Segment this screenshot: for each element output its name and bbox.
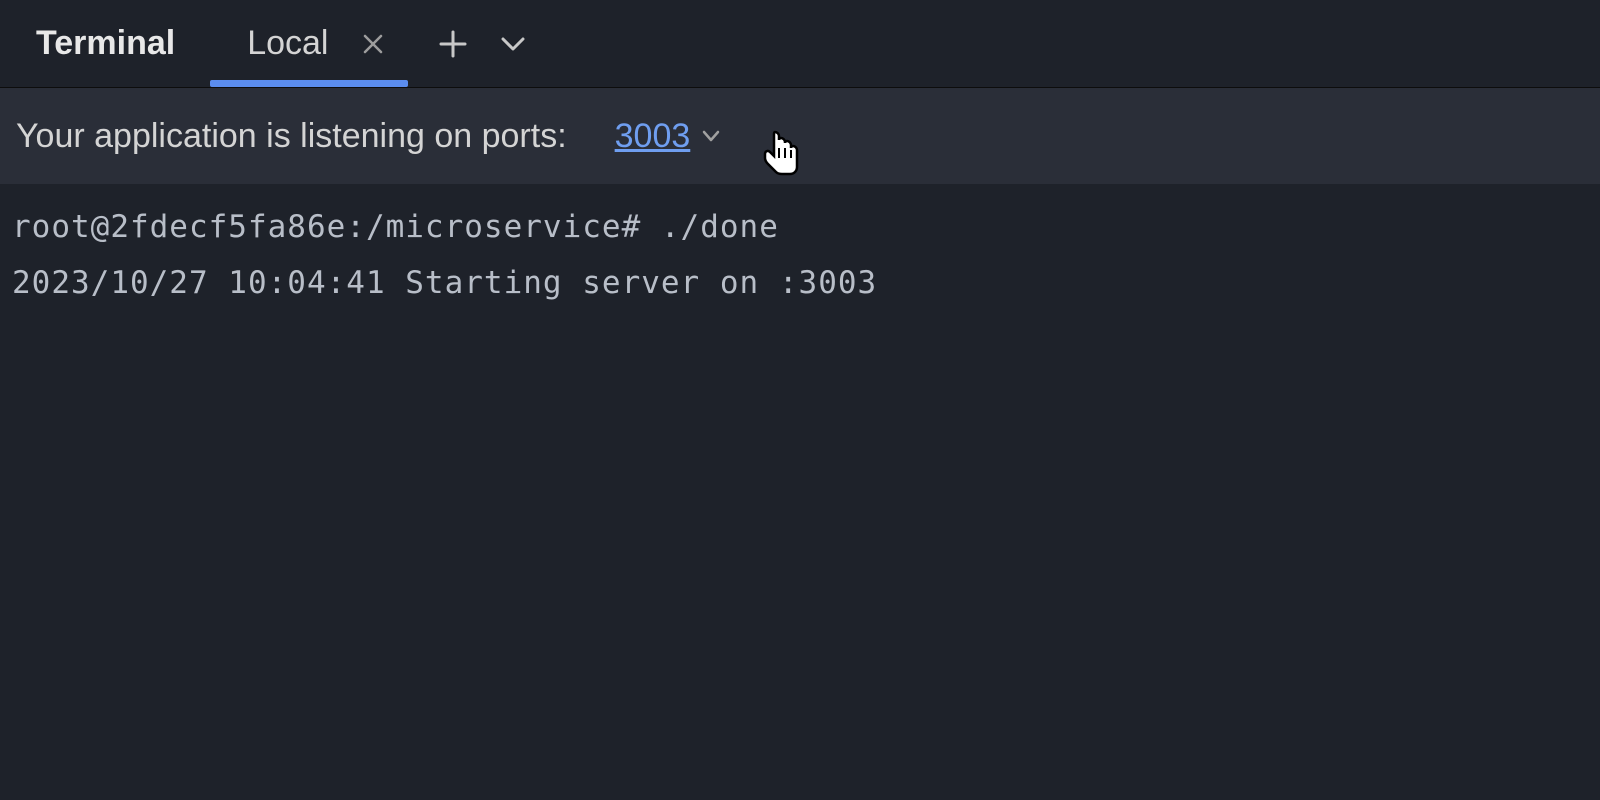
terminal-line: root@2fdecf5fa86e:/microservice# ./done xyxy=(12,200,1588,256)
close-icon[interactable] xyxy=(358,29,388,59)
port-link[interactable]: 3003 xyxy=(615,117,691,156)
terminal-line: 2023/10/27 10:04:41 Starting server on :… xyxy=(12,256,1588,312)
tab-actions xyxy=(438,29,528,59)
tab-local[interactable]: Local xyxy=(211,0,408,87)
tab-bar: Terminal Local xyxy=(0,0,1600,88)
plus-icon[interactable] xyxy=(438,29,468,59)
terminal-output[interactable]: root@2fdecf5fa86e:/microservice# ./done … xyxy=(0,184,1600,328)
ports-message: Your application is listening on ports: xyxy=(16,117,567,156)
ports-bar: Your application is listening on ports: … xyxy=(0,88,1600,184)
tab-terminal-label: Terminal xyxy=(36,24,175,63)
tab-local-label: Local xyxy=(247,24,328,63)
chevron-down-icon[interactable] xyxy=(700,125,722,147)
tab-active-indicator xyxy=(210,80,408,87)
cursor-pointer-icon xyxy=(762,130,802,181)
tab-terminal[interactable]: Terminal xyxy=(0,0,211,87)
chevron-down-icon[interactable] xyxy=(498,29,528,59)
